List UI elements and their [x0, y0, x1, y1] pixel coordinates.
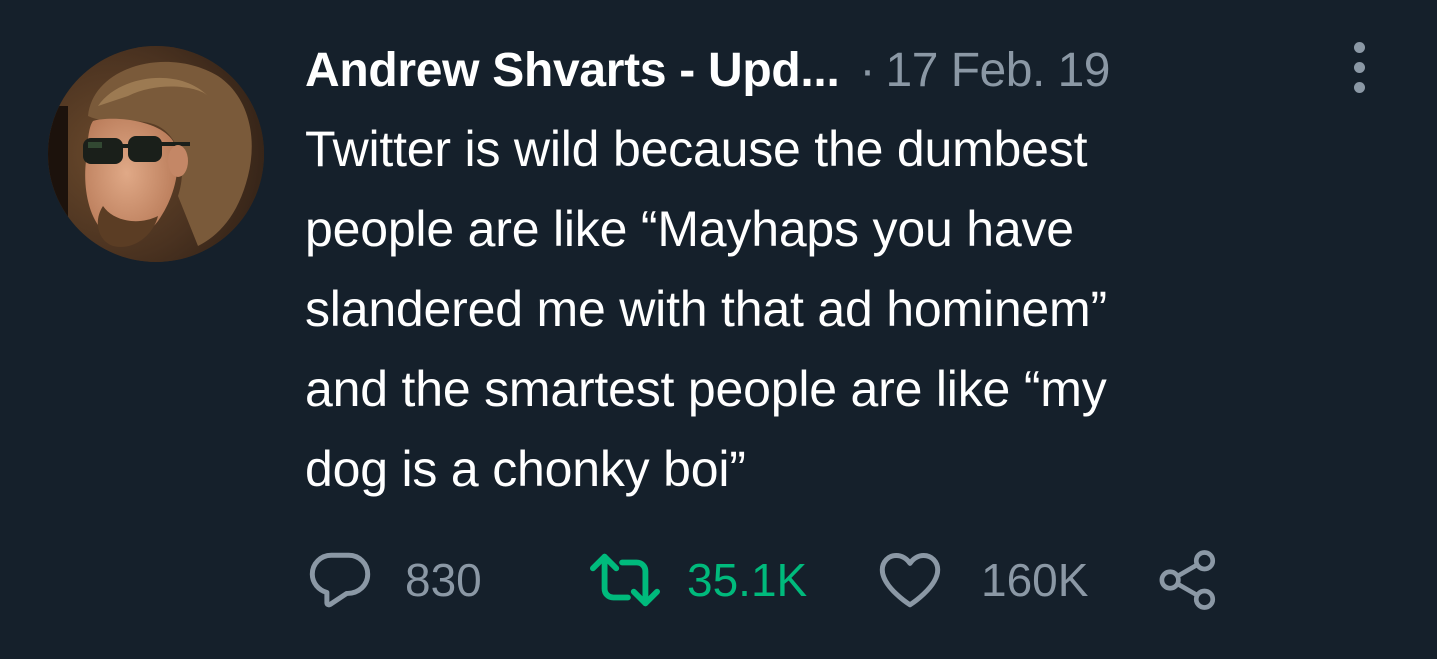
retweet-count: 35.1K	[687, 554, 808, 606]
share-nodes-icon	[1159, 550, 1216, 610]
reply-count: 830	[405, 554, 482, 606]
speech-bubble-icon	[309, 552, 371, 608]
tweet-text-line: and the smartest people are like “my	[305, 361, 1107, 417]
tweet-header: Andrew Shvarts - Upd... · 17 Feb. 19	[305, 38, 1110, 102]
tweet-card[interactable]: Andrew Shvarts - Upd... · 17 Feb. 19 Twi…	[0, 0, 1437, 659]
reply-button[interactable]: 830	[305, 540, 482, 620]
tweet-text-line: slandered me with that ad hominem”	[305, 281, 1107, 337]
avatar[interactable]	[48, 46, 264, 262]
share-button[interactable]	[1155, 540, 1221, 620]
tweet-text-line: dog is a chonky boi”	[305, 441, 746, 497]
tweet-text: Twitter is wild because the dumbest peop…	[305, 109, 1305, 509]
header-separator: ·	[859, 43, 876, 97]
like-count: 160K	[981, 554, 1089, 606]
author-name[interactable]: Andrew Shvarts - Upd...	[305, 43, 840, 98]
avatar-photo	[48, 46, 264, 262]
timestamp[interactable]: 17 Feb. 19	[886, 43, 1111, 98]
ellipsis-dot	[1353, 41, 1365, 53]
tweet-text-line: Twitter is wild because the dumbest	[305, 121, 1088, 177]
retweet-arrows-icon	[590, 553, 660, 607]
ellipsis-dot	[1353, 61, 1365, 73]
tweet-text-line: people are like “Mayhaps you have	[305, 201, 1074, 257]
ellipsis-dot	[1353, 81, 1365, 93]
vertical-ellipsis-icon[interactable]	[1338, 40, 1380, 94]
retweet-button[interactable]: 35.1K	[587, 540, 807, 620]
like-button[interactable]: 160K	[875, 540, 1088, 620]
heart-outline-icon	[879, 553, 941, 608]
